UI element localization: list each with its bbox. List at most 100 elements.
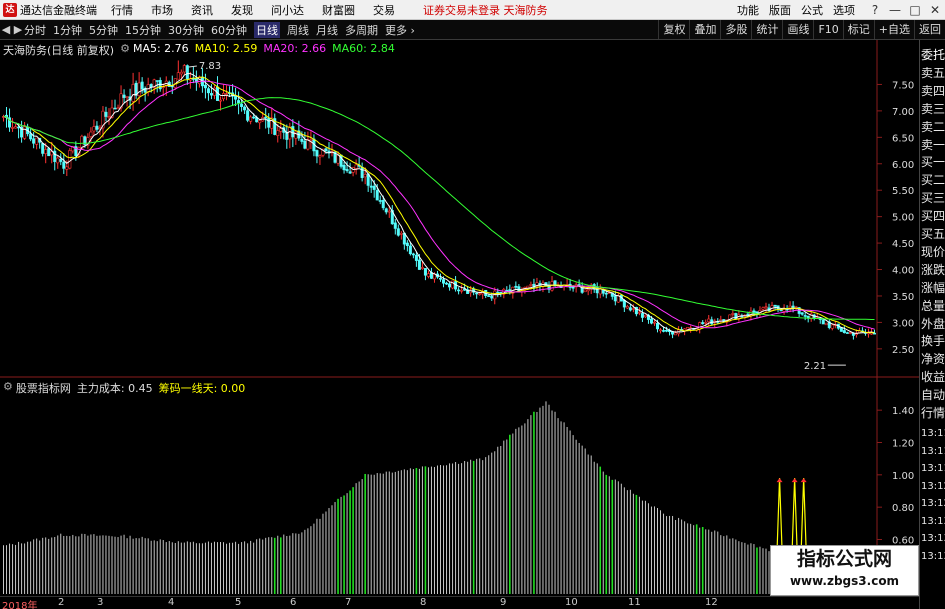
tab-15min[interactable]: 15分钟: [125, 22, 161, 38]
side-item[interactable]: 卖三: [920, 100, 945, 118]
candle-body: [291, 126, 295, 138]
side-item[interactable]: 买四: [920, 207, 945, 225]
tab-1min[interactable]: 1分钟: [53, 22, 82, 38]
price-tick-label: 6.00: [892, 160, 914, 171]
mark-button[interactable]: 标记: [842, 20, 874, 39]
tab-60min[interactable]: 60分钟: [211, 22, 247, 38]
side-item[interactable]: 卖二: [920, 118, 945, 136]
candle-body: [782, 309, 786, 312]
price-chart[interactable]: 7.50 7.00 6.50 6.00 5.50 5.00 4.50 4.00 3.50 3.00…: [0, 40, 919, 378]
multi-stock-button[interactable]: 多股: [720, 20, 751, 39]
nav-left-icon[interactable]: ◀: [0, 23, 12, 36]
side-item[interactable]: 换手: [920, 332, 945, 350]
side-item[interactable]: 买二: [920, 171, 945, 189]
tab-weekly[interactable]: 周线: [287, 22, 309, 38]
side-item[interactable]: 自动: [920, 386, 945, 404]
overlay-button[interactable]: 叠加: [689, 20, 720, 39]
candle-body: [23, 126, 27, 139]
gear-icon[interactable]: ⚙: [3, 380, 13, 396]
candle-body: [499, 291, 503, 294]
x-axis-label: 7: [345, 597, 352, 608]
tab-daily[interactable]: 日线: [254, 21, 280, 38]
price-tick-label: 3.50: [892, 292, 914, 303]
menu-trade[interactable]: 交易: [373, 2, 395, 18]
tab-multi-period[interactable]: 多周期: [345, 22, 378, 38]
back-button[interactable]: 返回: [914, 20, 945, 39]
candle-body: [704, 321, 708, 324]
tab-5min[interactable]: 5分钟: [89, 22, 118, 38]
menu-quotes[interactable]: 行情: [111, 2, 133, 18]
candle-body: [276, 130, 280, 136]
side-item[interactable]: 买五: [920, 225, 945, 243]
menu-function[interactable]: 功能: [737, 2, 759, 18]
side-item[interactable]: 总量: [920, 297, 945, 315]
candle-body: [252, 116, 256, 119]
candle-body: [246, 110, 250, 121]
candle-body: [529, 284, 533, 286]
menu-discover[interactable]: 发现: [231, 2, 253, 18]
close-icon[interactable]: ✕: [925, 3, 945, 17]
stats-button[interactable]: 统计: [751, 20, 782, 39]
candle-body: [62, 161, 66, 169]
candle-body: [345, 169, 349, 172]
side-item[interactable]: 委托: [920, 46, 945, 64]
menu-formula[interactable]: 公式: [801, 2, 823, 18]
chip-line-label: 筹码一线天: 0.00: [158, 382, 246, 395]
adjust-button[interactable]: 复权: [658, 20, 689, 39]
add-watchlist-button[interactable]: +自选: [873, 20, 914, 39]
side-item[interactable]: 买三: [920, 189, 945, 207]
login-alert[interactable]: 证券交易未登录 天海防务: [423, 2, 548, 18]
gear-icon[interactable]: ⚙: [120, 42, 130, 58]
candle-body: [300, 138, 304, 142]
menu-ask[interactable]: 问小达: [271, 2, 304, 18]
candle-body: [279, 128, 283, 132]
tab-monthly[interactable]: 月线: [316, 22, 338, 38]
candle-body: [240, 103, 244, 107]
watermark: 指标公式网 www.zbgs3.com: [770, 545, 919, 596]
candle-body: [306, 139, 310, 150]
side-item[interactable]: 卖一: [920, 136, 945, 154]
maximize-icon[interactable]: □: [905, 3, 925, 17]
nav-right-icon[interactable]: ▶: [12, 23, 24, 36]
side-item[interactable]: 现价: [920, 243, 945, 261]
candle-body: [707, 318, 711, 323]
menu-market[interactable]: 市场: [151, 2, 173, 18]
chart-title: 天海防务(日线 前复权): [3, 44, 115, 57]
candle-body: [405, 242, 409, 246]
candle-body: [11, 127, 15, 129]
side-item[interactable]: 涨幅: [920, 279, 945, 297]
tab-more[interactable]: 更多 ›: [385, 22, 415, 38]
candle-body: [800, 312, 804, 315]
candle-body: [396, 228, 400, 236]
f10-button[interactable]: F10: [813, 20, 842, 39]
side-time: 13:12: [921, 480, 945, 492]
menu-options[interactable]: 选项: [833, 2, 855, 18]
candle-body: [318, 155, 322, 158]
tab-timeshare[interactable]: 分时: [24, 22, 46, 38]
menu-news[interactable]: 资讯: [191, 2, 213, 18]
side-item[interactable]: 净资: [920, 350, 945, 368]
menu-layout[interactable]: 版面: [769, 2, 791, 18]
side-item[interactable]: 买一: [920, 153, 945, 171]
candle-body: [514, 285, 518, 288]
draw-line-button[interactable]: 画线: [782, 20, 813, 39]
side-item[interactable]: 外盘: [920, 315, 945, 333]
side-item[interactable]: 卖五: [920, 64, 945, 82]
candle-body: [342, 164, 346, 171]
side-item[interactable]: 收益: [920, 368, 945, 386]
candle-body: [104, 111, 108, 117]
side-item[interactable]: 卖四: [920, 82, 945, 100]
help-icon[interactable]: ?: [865, 3, 885, 17]
menu-fortune[interactable]: 财富圈: [322, 2, 355, 18]
side-item[interactable]: 行情: [920, 404, 945, 422]
candle-body: [89, 131, 93, 137]
candle-body: [652, 321, 656, 324]
candle-body: [113, 107, 117, 110]
indicator-name: 股票指标网: [15, 382, 71, 395]
indicator-tick-label: 1.40: [892, 406, 914, 417]
candle-body: [47, 148, 51, 157]
candle-body: [360, 166, 364, 178]
side-item[interactable]: 涨跌: [920, 261, 945, 279]
tab-30min[interactable]: 30分钟: [168, 22, 204, 38]
minimize-icon[interactable]: —: [885, 3, 905, 17]
